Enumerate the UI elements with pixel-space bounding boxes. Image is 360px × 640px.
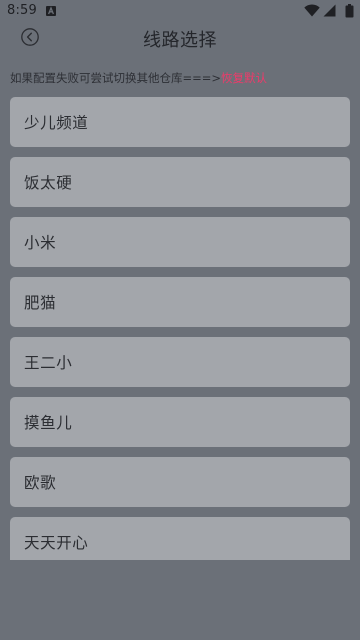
route-label: 肥猫 xyxy=(24,294,57,312)
route-item[interactable]: 饭太硬 xyxy=(10,157,350,207)
route-item[interactable]: 欧歌 xyxy=(10,457,350,507)
restore-default-link[interactable]: 恢复默认 xyxy=(221,71,267,85)
status-bar: 8:59 xyxy=(0,0,360,24)
route-item[interactable]: 摸鱼儿 xyxy=(10,397,350,447)
route-label: 饭太硬 xyxy=(24,174,73,192)
route-label: 少儿频道 xyxy=(24,114,89,132)
route-item[interactable]: 天天开心 xyxy=(10,517,350,560)
status-time: 8:59 xyxy=(7,3,37,18)
route-item[interactable]: 少儿频道 xyxy=(10,97,350,147)
page-title: 线路选择 xyxy=(143,30,217,51)
notice-text: 如果配置失败可尝试切换其他仓库===>恢复默认 xyxy=(10,70,355,86)
battery-icon xyxy=(345,4,354,18)
route-list: 少儿频道 饭太硬 小米 肥猫 王二小 摸鱼儿 欧歌 天天开心 xyxy=(10,97,350,560)
route-item[interactable]: 小米 xyxy=(10,217,350,267)
app-header: 线路选择 xyxy=(0,22,360,54)
notification-a-icon xyxy=(46,6,56,16)
route-label: 小米 xyxy=(24,234,57,252)
route-label: 天天开心 xyxy=(24,534,89,552)
route-item[interactable]: 肥猫 xyxy=(10,277,350,327)
wifi-icon xyxy=(304,4,320,17)
notice-message: 如果配置失败可尝试切换其他仓库===> xyxy=(10,71,222,85)
route-item[interactable]: 王二小 xyxy=(10,337,350,387)
route-label: 欧歌 xyxy=(24,474,57,492)
route-label: 摸鱼儿 xyxy=(24,414,73,432)
route-label: 王二小 xyxy=(24,354,73,372)
cellular-signal-icon xyxy=(323,4,336,17)
